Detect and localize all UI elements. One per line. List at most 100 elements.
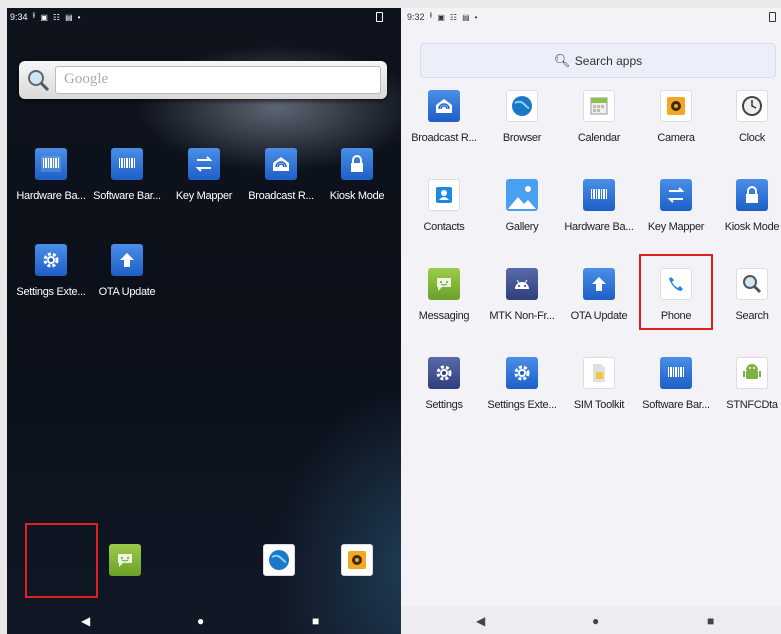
app-gallery[interactable]: Gallery	[482, 179, 562, 233]
signal-icon: ☷	[52, 12, 61, 22]
sim-icon	[583, 357, 615, 389]
photo-icon: ▣	[437, 12, 445, 22]
app-kiosk-mode[interactable]: Kiosk Mode	[317, 148, 397, 202]
google-search-widget[interactable]: Google	[19, 61, 387, 99]
app-search[interactable]: Search	[712, 268, 781, 322]
dot-icon: •	[474, 12, 478, 22]
app-label: Calendar	[577, 132, 621, 144]
app-label: Key Mapper	[175, 190, 233, 202]
search-apps-label: Search apps	[574, 54, 643, 68]
broadcast-icon	[265, 148, 297, 180]
up-arrow-icon	[111, 244, 143, 276]
magnifier-icon	[28, 70, 50, 92]
app-drawer-screen: 9:32 ⭱ ▣ ☷ ▤ • 🔍︎ Search apps Broadcast …	[401, 8, 781, 634]
lock-icon	[736, 179, 768, 211]
app-label: SIM Toolkit	[573, 399, 625, 411]
app-label: Kiosk Mode	[329, 190, 385, 202]
app-settings-extension[interactable]: Settings Exte...	[482, 357, 562, 411]
app-label: Browser	[502, 132, 542, 144]
app-label: STNFCDta	[726, 399, 778, 411]
search-icon: 🔍︎	[553, 53, 571, 68]
barcode-icon	[583, 179, 615, 211]
app-key-mapper[interactable]: Key Mapper	[636, 179, 716, 233]
camera-icon	[660, 90, 692, 122]
sdcard-icon: ▤	[462, 12, 470, 22]
app-hardware-barcode[interactable]: Hardware Ba...	[11, 148, 91, 202]
browser-icon	[263, 544, 295, 576]
app-stnfcdta[interactable]: STNFCDta	[712, 357, 781, 411]
search-icon	[736, 268, 768, 300]
gear-icon	[506, 357, 538, 389]
app-sim-toolkit[interactable]: SIM Toolkit	[559, 357, 639, 411]
swap-arrows-icon	[660, 179, 692, 211]
calendar-icon	[583, 90, 615, 122]
home-icon[interactable]: ●	[592, 614, 599, 628]
sdcard-icon: ▤	[65, 12, 73, 22]
back-icon[interactable]: ◀	[476, 614, 485, 628]
app-label: Messaging	[418, 310, 470, 322]
dot-icon: •	[77, 12, 81, 22]
camera-icon	[341, 544, 373, 576]
app-calendar[interactable]: Calendar	[559, 90, 639, 144]
app-key-mapper[interactable]: Key Mapper	[164, 148, 244, 202]
browser-icon	[506, 90, 538, 122]
status-bar: 9:32 ⭱ ▣ ☷ ▤ •	[401, 8, 781, 26]
photo-icon: ▣	[40, 12, 48, 22]
broadcast-icon	[428, 90, 460, 122]
app-label: Software Bar...	[642, 399, 710, 411]
home-icon[interactable]: ●	[197, 614, 204, 628]
nav-bar: ◀ ● ■	[7, 606, 401, 634]
highlight-empty-dock-slot	[25, 523, 98, 598]
search-apps-bar[interactable]: 🔍︎ Search apps	[420, 43, 776, 78]
app-label: Settings Exte...	[487, 399, 557, 411]
app-label: OTA Update	[570, 310, 628, 322]
app-label: Hardware Ba...	[564, 221, 634, 233]
barcode-icon	[660, 357, 692, 389]
dock-browser[interactable]	[239, 544, 319, 576]
app-label: Settings	[425, 399, 463, 411]
app-ota-update[interactable]: OTA Update	[87, 244, 167, 298]
app-software-barcode[interactable]: Software Bar...	[636, 357, 716, 411]
status-time: 9:34	[10, 12, 28, 22]
battery-icon	[769, 12, 776, 22]
app-label: OTA Update	[98, 286, 156, 298]
android-green-icon	[736, 357, 768, 389]
app-label: Settings Exte...	[16, 286, 86, 298]
app-mtk-non-frequency[interactable]: MTK Non-Fr...	[482, 268, 562, 322]
status-bar: 9:34 ⭱ ▣ ☷ ▤ •	[7, 8, 401, 26]
app-contacts[interactable]: Contacts	[404, 179, 484, 233]
dock-camera[interactable]	[317, 544, 397, 576]
status-time: 9:32	[407, 12, 425, 22]
recents-icon[interactable]: ■	[312, 614, 319, 628]
gear-icon	[428, 357, 460, 389]
messaging-icon	[428, 268, 460, 300]
app-software-barcode[interactable]: Software Bar...	[87, 148, 167, 202]
app-browser[interactable]: Browser	[482, 90, 562, 144]
lock-icon	[341, 148, 373, 180]
google-search-input[interactable]: Google	[55, 66, 381, 94]
messaging-icon	[109, 544, 141, 576]
app-messaging[interactable]: Messaging	[404, 268, 484, 322]
app-clock[interactable]: Clock	[712, 90, 781, 144]
app-label: Broadcast R...	[248, 190, 314, 202]
contacts-icon	[428, 179, 460, 211]
app-label: Kiosk Mode	[724, 221, 780, 233]
app-settings-extension[interactable]: Settings Exte...	[11, 244, 91, 298]
barcode-icon	[35, 148, 67, 180]
app-ota-update[interactable]: OTA Update	[559, 268, 639, 322]
up-arrow-icon	[583, 268, 615, 300]
app-broadcast-receiver[interactable]: Broadcast R...	[404, 90, 484, 144]
app-label: Broadcast R...	[411, 132, 477, 144]
app-kiosk-mode[interactable]: Kiosk Mode	[712, 179, 781, 233]
highlight-phone-app	[639, 254, 713, 330]
app-broadcast-receiver[interactable]: Broadcast R...	[241, 148, 321, 202]
signal-icon: ☷	[449, 12, 458, 22]
app-settings[interactable]: Settings	[404, 357, 484, 411]
gallery-icon	[506, 179, 538, 211]
app-hardware-barcode[interactable]: Hardware Ba...	[559, 179, 639, 233]
back-icon[interactable]: ◀	[81, 614, 90, 628]
app-label: Key Mapper	[647, 221, 705, 233]
app-camera[interactable]: Camera	[636, 90, 716, 144]
app-label: Gallery	[505, 221, 539, 233]
recents-icon[interactable]: ■	[707, 614, 714, 628]
